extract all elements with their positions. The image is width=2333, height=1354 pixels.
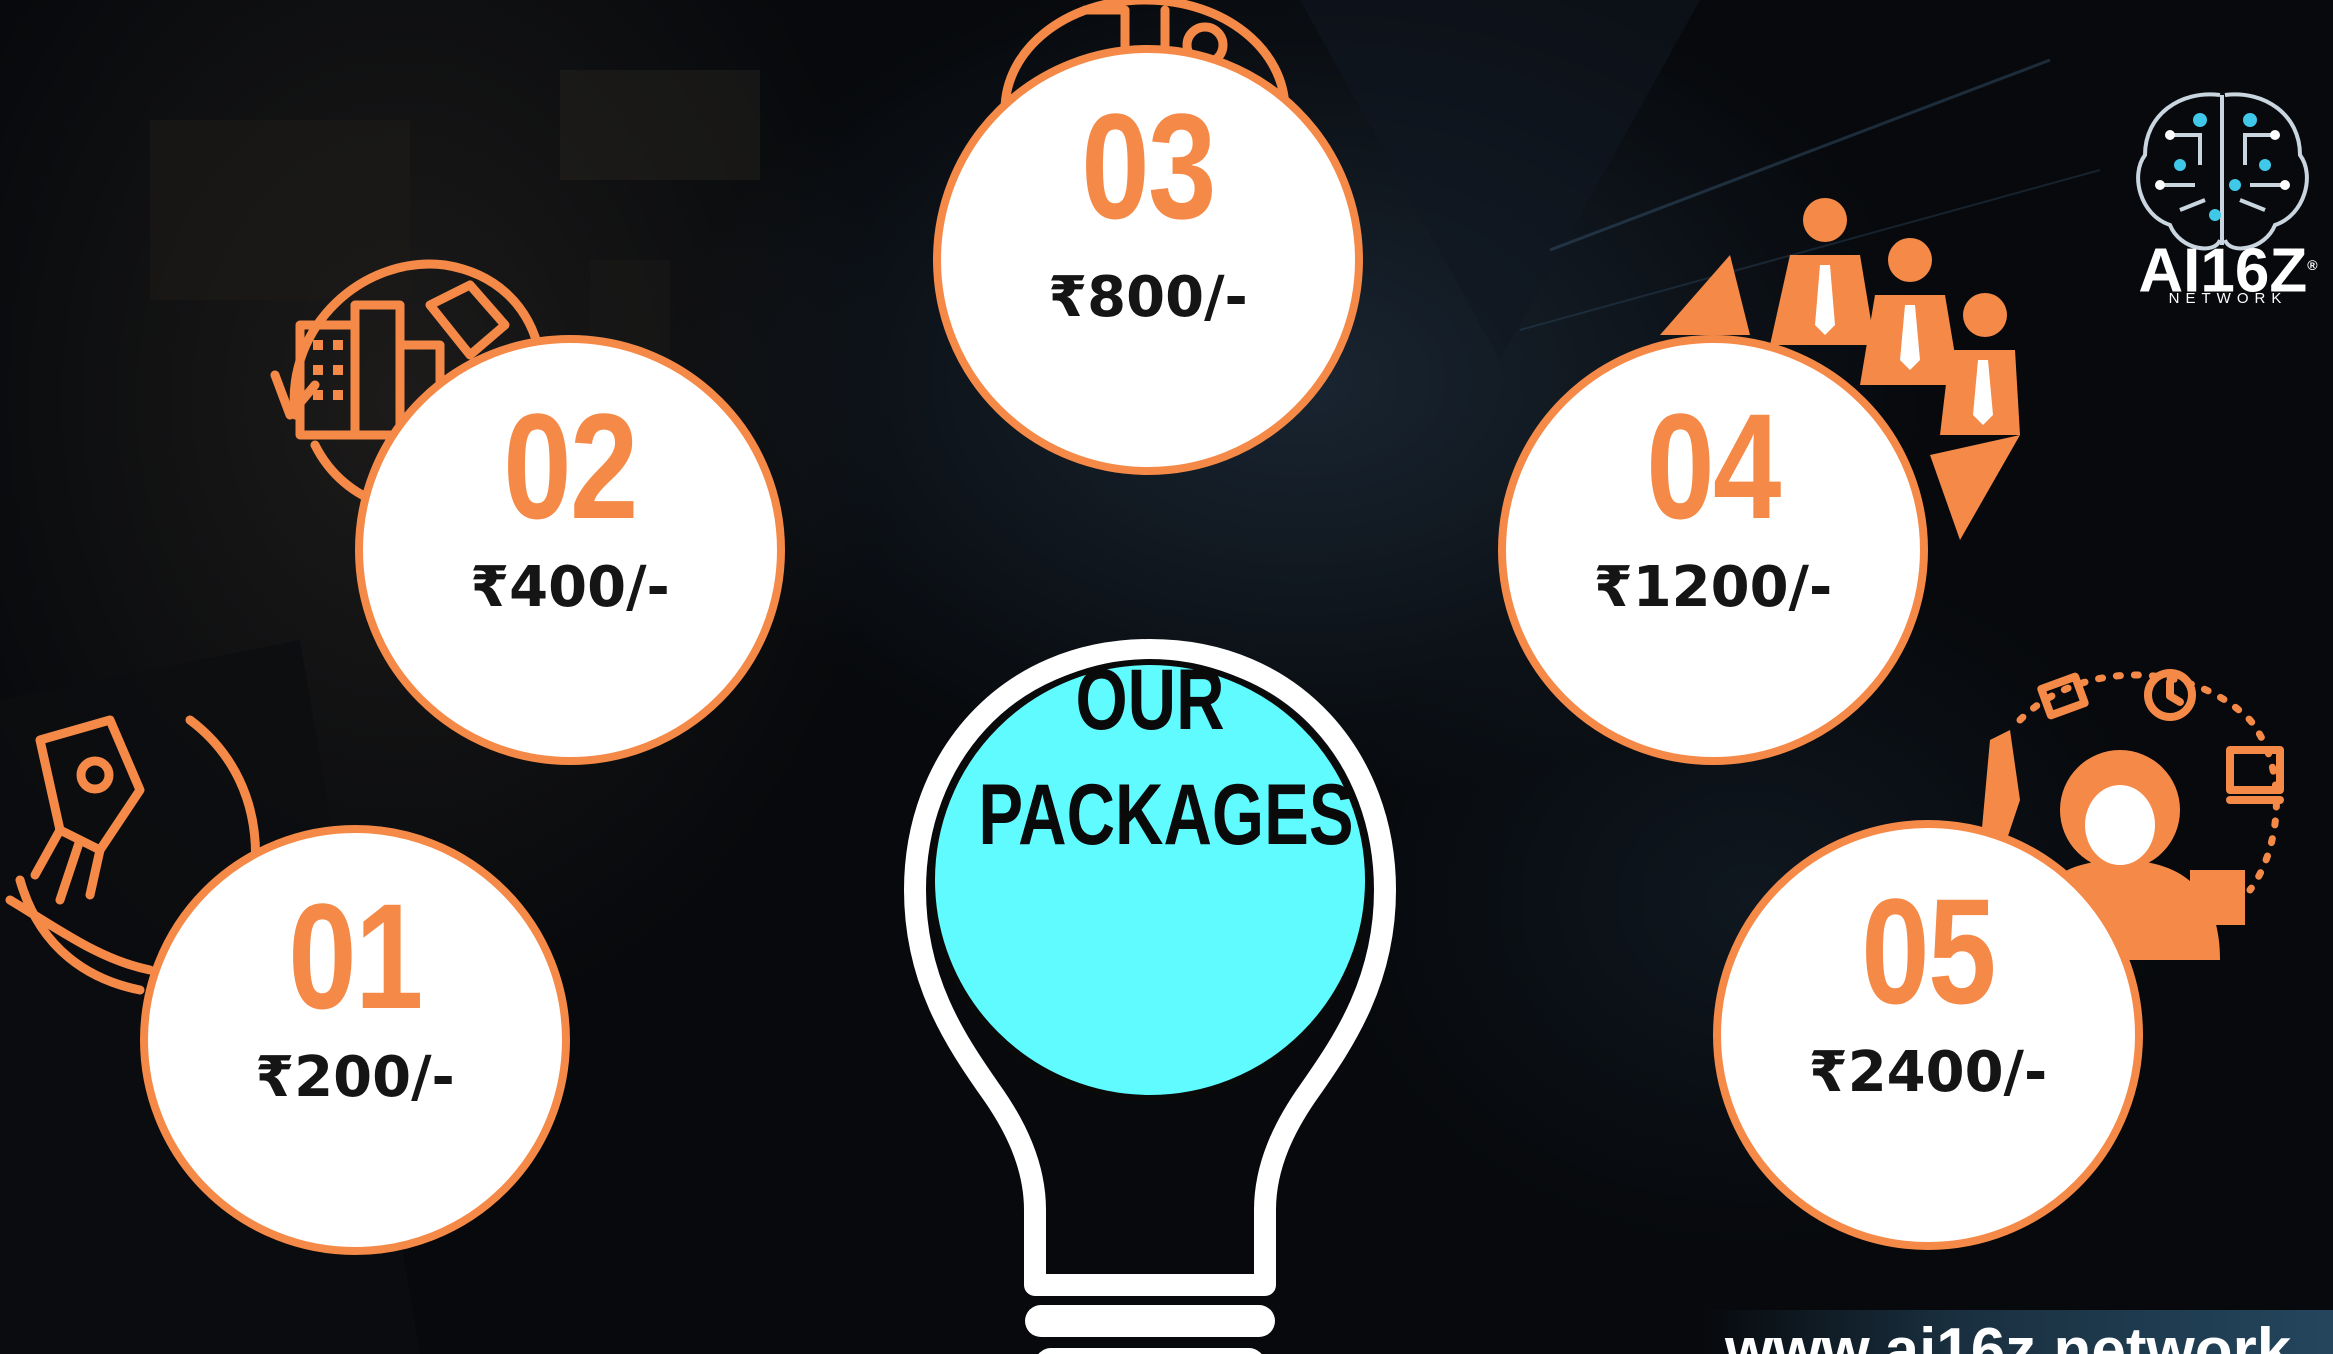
package-price: ₹800/-: [1048, 265, 1248, 330]
website-link[interactable]: www.ai16z.network: [1725, 1316, 2291, 1354]
package-number: 03: [1081, 82, 1216, 250]
package-price: ₹200/-: [255, 1045, 455, 1110]
package-card-01[interactable]: 01 ₹200/-: [140, 825, 570, 1255]
package-price: ₹400/-: [470, 555, 670, 620]
package-card-03[interactable]: 03 ₹800/-: [933, 45, 1363, 475]
package-number: 05: [1861, 867, 1996, 1035]
title-line-1: OUR: [1075, 652, 1225, 748]
packages-poster: OUR PACKAGES 01 ₹200/- 02 ₹400/- 03 ₹800…: [0, 0, 2333, 1354]
package-price: ₹2400/-: [1808, 1040, 2048, 1105]
package-card-02[interactable]: 02 ₹400/-: [355, 335, 785, 765]
brand-tagline: NETWORK: [2168, 290, 2288, 307]
package-card-05[interactable]: 05 ₹2400/-: [1713, 820, 2143, 1250]
title-line-2: PACKAGES: [978, 767, 1354, 863]
package-card-04[interactable]: 04 ₹1200/-: [1498, 335, 1928, 765]
package-number: 02: [503, 382, 638, 550]
package-number: 01: [288, 872, 423, 1040]
package-price: ₹1200/-: [1593, 555, 1833, 620]
package-number: 04: [1646, 382, 1781, 550]
